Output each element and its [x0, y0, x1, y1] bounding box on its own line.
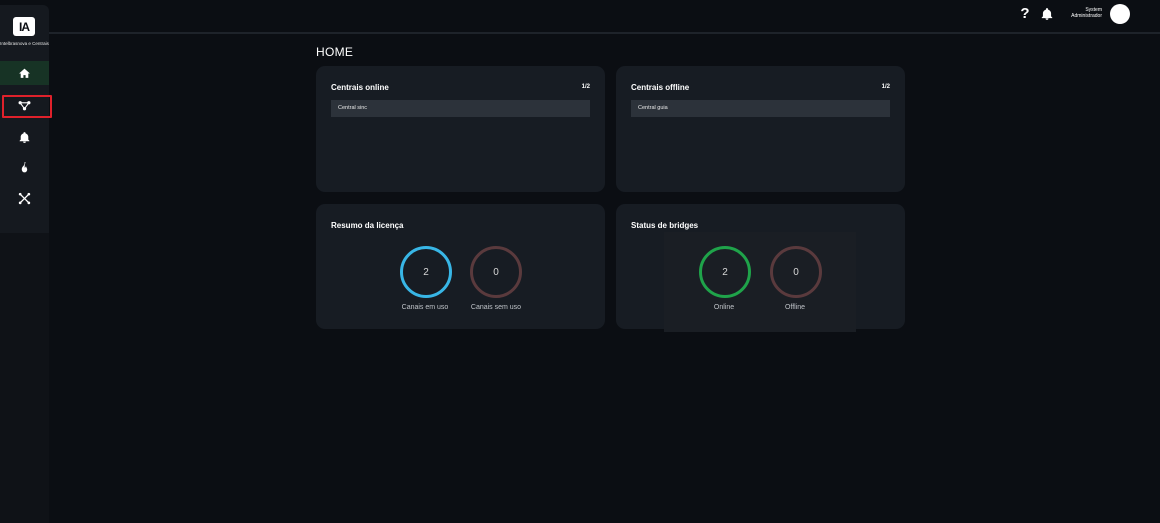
- sidebar-item-tools[interactable]: [0, 186, 49, 210]
- user-role: Administrador: [1071, 13, 1102, 19]
- license-ring-in-use: 2: [400, 246, 452, 298]
- card-count: 1/2: [881, 84, 890, 90]
- license-label-in-use: Canais em uso: [401, 304, 449, 311]
- logo-text: Intelbrasnova e Centrais: [0, 41, 49, 46]
- list-item[interactable]: Central sinc: [331, 100, 590, 117]
- card-title: Status de bridges: [631, 221, 699, 230]
- card-title: Centrais online: [331, 83, 389, 92]
- card-centrais-online: Centrais online 1/2 Central sinc: [316, 66, 605, 192]
- avatar[interactable]: [1110, 4, 1130, 24]
- sidebar-item-alarms[interactable]: [0, 125, 49, 149]
- card-count: 1/2: [581, 84, 590, 90]
- bridges-label-online: Online: [713, 304, 735, 311]
- sidebar-item-home[interactable]: [0, 61, 49, 85]
- license-label-unused: Canais sem uso: [470, 304, 522, 311]
- card-title: Centrais offline: [631, 83, 690, 92]
- list-item[interactable]: Central guia: [631, 100, 890, 117]
- help-icon[interactable]: ?: [1019, 4, 1031, 24]
- notifications-bell-icon[interactable]: [1040, 6, 1054, 22]
- bridges-label-offline: Offline: [784, 304, 806, 311]
- page-title: HOME: [316, 45, 354, 59]
- user-info[interactable]: System Administrador: [1062, 7, 1102, 19]
- sidebar-lower: [0, 233, 49, 523]
- fire-icon: [21, 161, 28, 172]
- card-license-summary: Resumo da licença 2 0 Canais em uso Cana…: [316, 204, 605, 329]
- app-logo[interactable]: IA: [13, 17, 35, 36]
- topbar: [49, 0, 1160, 34]
- card-title: Resumo da licença: [331, 221, 404, 230]
- bridges-ring-area: [664, 232, 856, 332]
- nav-highlight-box: [2, 95, 52, 118]
- sidebar: IA Intelbrasnova e Centrais: [0, 5, 52, 523]
- card-centrais-offline: Centrais offline 1/2 Central guia: [616, 66, 905, 192]
- bridges-ring-offline: 0: [770, 246, 822, 298]
- tools-icon: [18, 192, 31, 204]
- license-ring-unused: 0: [470, 246, 522, 298]
- home-icon: [19, 68, 30, 78]
- bell-icon: [19, 131, 30, 143]
- bridges-ring-online: 2: [699, 246, 751, 298]
- logo-mark: IA: [19, 19, 30, 34]
- card-bridges-status: Status de bridges 2 0 Online Offline: [616, 204, 905, 332]
- sidebar-item-fire[interactable]: [0, 155, 49, 179]
